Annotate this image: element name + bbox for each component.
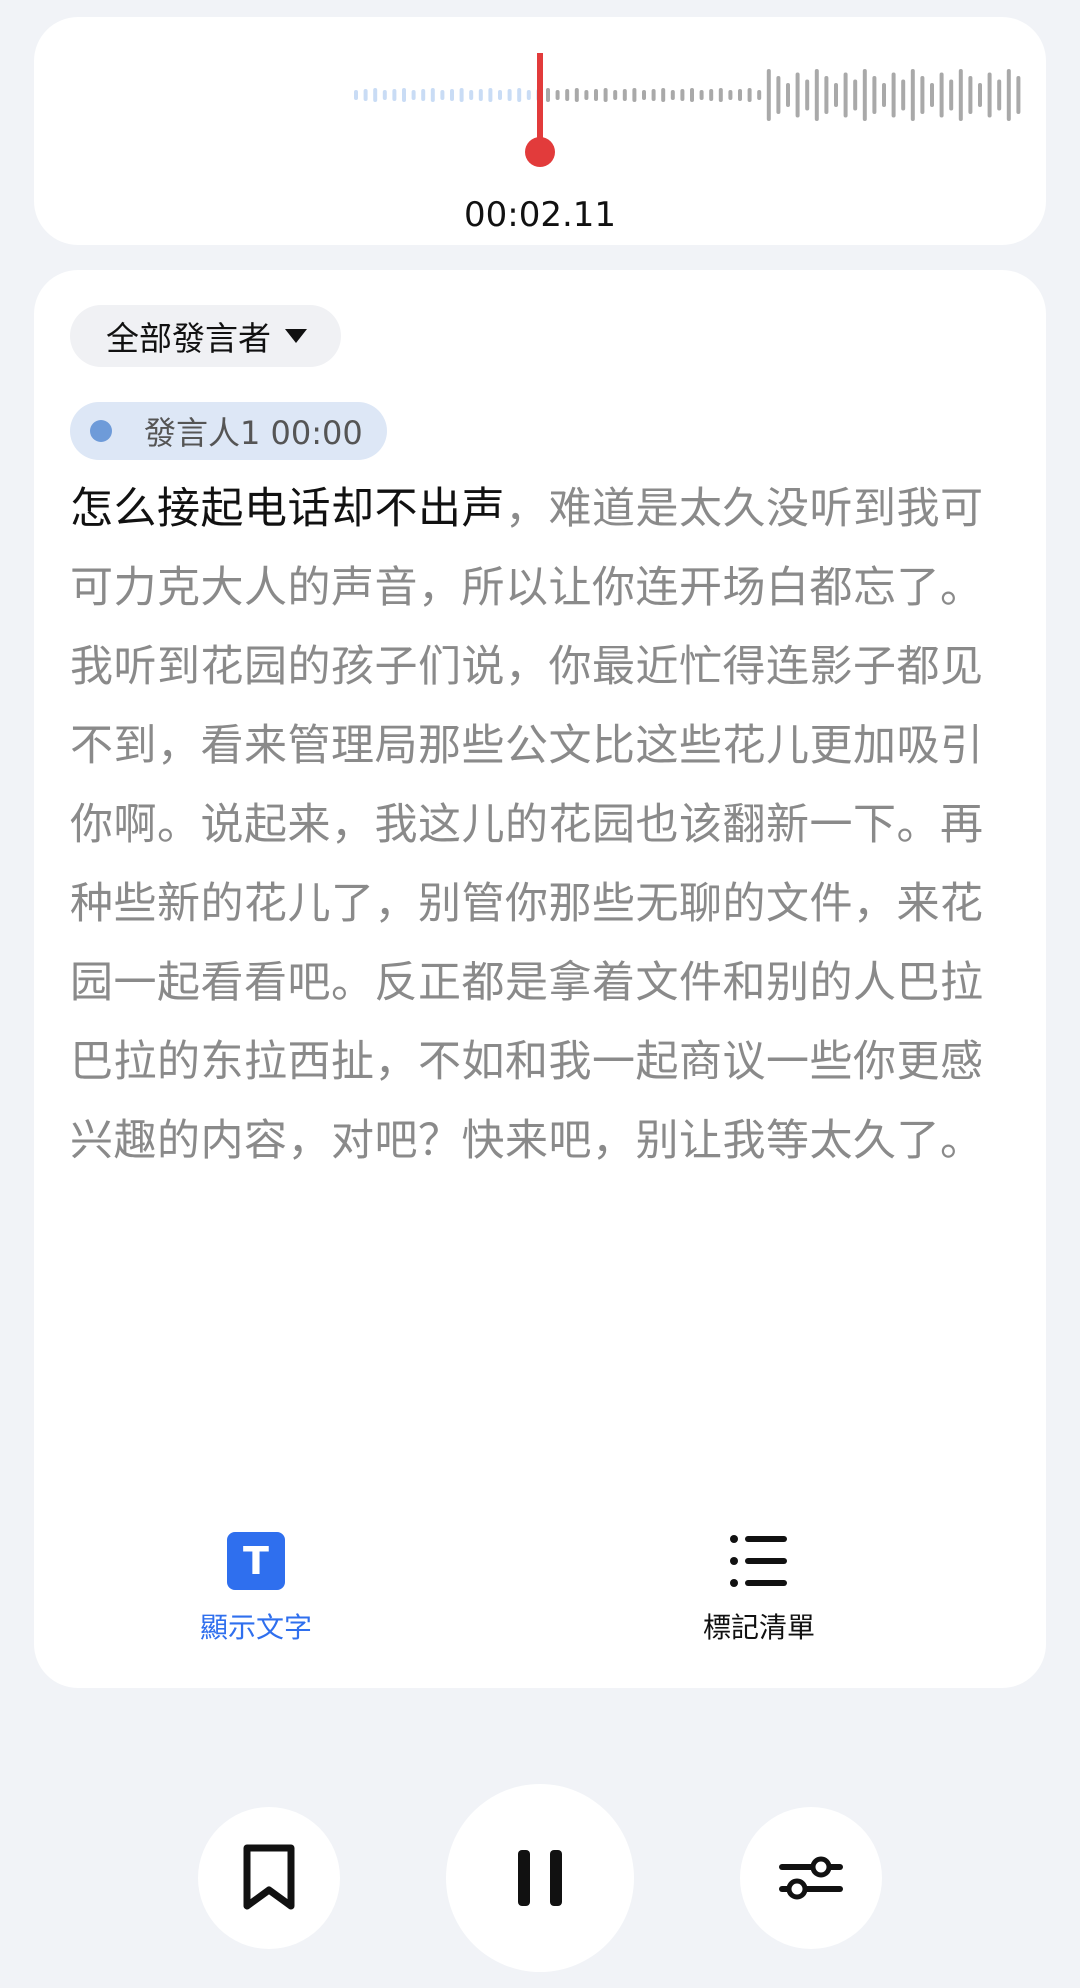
- tab-show-text[interactable]: T 顯示文字: [126, 1532, 386, 1646]
- sliders-icon: [779, 1856, 843, 1900]
- waveform-bar: [920, 76, 925, 114]
- waveform-bar: [786, 83, 790, 107]
- waveform-card: 00:02.11: [34, 17, 1046, 245]
- waveform-bar: [430, 88, 435, 102]
- waveform-bar: [584, 90, 589, 100]
- transcript-spoken-text: 怎么接起电话却不出声: [70, 484, 505, 534]
- bookmark-button[interactable]: [198, 1807, 340, 1949]
- bookmark-icon: [243, 1844, 295, 1910]
- waveform-bar: [373, 88, 378, 102]
- elapsed-time: 00:02.11: [463, 195, 617, 235]
- waveform-bar: [594, 89, 598, 101]
- waveform-bar: [728, 90, 733, 100]
- waveform-bar: [987, 72, 992, 118]
- waveform-bar: [997, 79, 1002, 111]
- waveform-bar: [488, 88, 493, 102]
- text-icon: T: [227, 1532, 285, 1590]
- waveform-bar: [574, 88, 579, 102]
- waveform-bar: [958, 69, 963, 121]
- waveform-bar: [699, 90, 704, 100]
- waveform-bar: [421, 89, 426, 101]
- tab-show-text-label: 顯示文字: [199, 1611, 312, 1644]
- pause-icon: [518, 1850, 562, 1906]
- waveform-bar: [862, 69, 867, 121]
- waveform-bar: [834, 83, 838, 107]
- waveform-bar: [411, 90, 416, 100]
- speaker-filter-dropdown[interactable]: 全部發言者: [70, 305, 341, 367]
- waveform-bar: [949, 79, 954, 111]
- waveform-bar: [517, 88, 522, 102]
- waveform-bar: [632, 88, 637, 102]
- waveform-bar: [872, 76, 877, 114]
- waveform-bar: [776, 76, 781, 114]
- waveform-bar: [382, 90, 387, 100]
- recording-playback-screen: 00:02.11 全部發言者 發言人1 00:00 怎么接起电话却不出声，难道是…: [0, 0, 1080, 1988]
- waveform-bar: [651, 89, 656, 101]
- transcript-text[interactable]: 怎么接起电话却不出声，难道是太久没听到我可可力克大人的声音，所以让你连开场白都忘…: [70, 470, 1010, 1181]
- adjust-settings-button[interactable]: [740, 1807, 882, 1949]
- waveform-bar: [891, 72, 896, 118]
- waveform-bar: [766, 69, 771, 121]
- waveform-bar: [795, 72, 800, 118]
- waveform-bar: [882, 83, 886, 107]
- tab-mark-list-label: 標記清單: [702, 1611, 815, 1644]
- waveform-bar: [690, 88, 694, 102]
- speaker-chip[interactable]: 發言人1 00:00: [70, 402, 387, 460]
- transcript-upcoming-text: ，难道是太久没听到我可可力克大人的声音，所以让你连开场白都忘了。我听到花园的孩子…: [70, 484, 984, 1166]
- playhead-handle[interactable]: [525, 137, 555, 167]
- waveform-bar: [814, 69, 819, 121]
- waveform-bar: [805, 79, 810, 111]
- waveform-bar: [555, 90, 560, 100]
- waveform-bar: [843, 72, 848, 118]
- waveform-bar: [363, 89, 368, 101]
- waveform-bar: [824, 76, 829, 114]
- waveform-bar: [910, 69, 915, 121]
- waveform-bar: [853, 79, 858, 111]
- waveform-bar: [392, 89, 397, 101]
- waveform-bar: [622, 89, 627, 101]
- waveform-bar: [440, 90, 445, 100]
- speaker-filter-label: 全部發言者: [106, 319, 271, 358]
- speaker-chip-label: 發言人1 00:00: [144, 414, 363, 452]
- waveform-bar: [402, 88, 406, 102]
- waveform-bar: [459, 88, 464, 102]
- waveform-bar: [478, 89, 483, 101]
- waveform-bar: [526, 90, 531, 100]
- waveform-bar: [469, 90, 474, 100]
- transcript-card: 全部發言者 發言人1 00:00 怎么接起电话却不出声，难道是太久没听到我可可力…: [34, 270, 1046, 1688]
- waveform-bar: [498, 90, 502, 100]
- waveform-bar: [507, 89, 512, 101]
- waveform-bar: [1006, 69, 1011, 121]
- caret-down-icon: [285, 329, 307, 343]
- waveform-bar: [450, 89, 454, 101]
- waveform-bar: [661, 88, 666, 102]
- pause-button[interactable]: [446, 1784, 634, 1972]
- waveform-bar: [565, 89, 570, 101]
- waveform-bar: [670, 90, 675, 100]
- waveform-bar: [546, 88, 550, 102]
- speaker-dot-icon: [90, 420, 112, 442]
- list-icon: [730, 1535, 787, 1587]
- waveform-bar: [680, 89, 685, 101]
- waveform-bar: [747, 88, 752, 102]
- waveform-bar: [1016, 76, 1021, 114]
- waveform-bar: [757, 90, 762, 100]
- tab-mark-list[interactable]: 標記清單: [629, 1532, 889, 1646]
- waveform-bar: [978, 83, 982, 107]
- waveform-bar: [613, 90, 618, 100]
- waveform-bar: [718, 88, 723, 102]
- waveform-bar: [901, 79, 906, 111]
- waveform-bar: [939, 72, 944, 118]
- waveform-bar: [354, 90, 358, 100]
- waveform-bar: [709, 89, 714, 101]
- waveform-bar: [642, 90, 646, 100]
- waveform-bar: [930, 83, 934, 107]
- waveform-bar: [738, 89, 742, 101]
- waveform-bar: [968, 76, 973, 114]
- waveform-bar: [603, 88, 608, 102]
